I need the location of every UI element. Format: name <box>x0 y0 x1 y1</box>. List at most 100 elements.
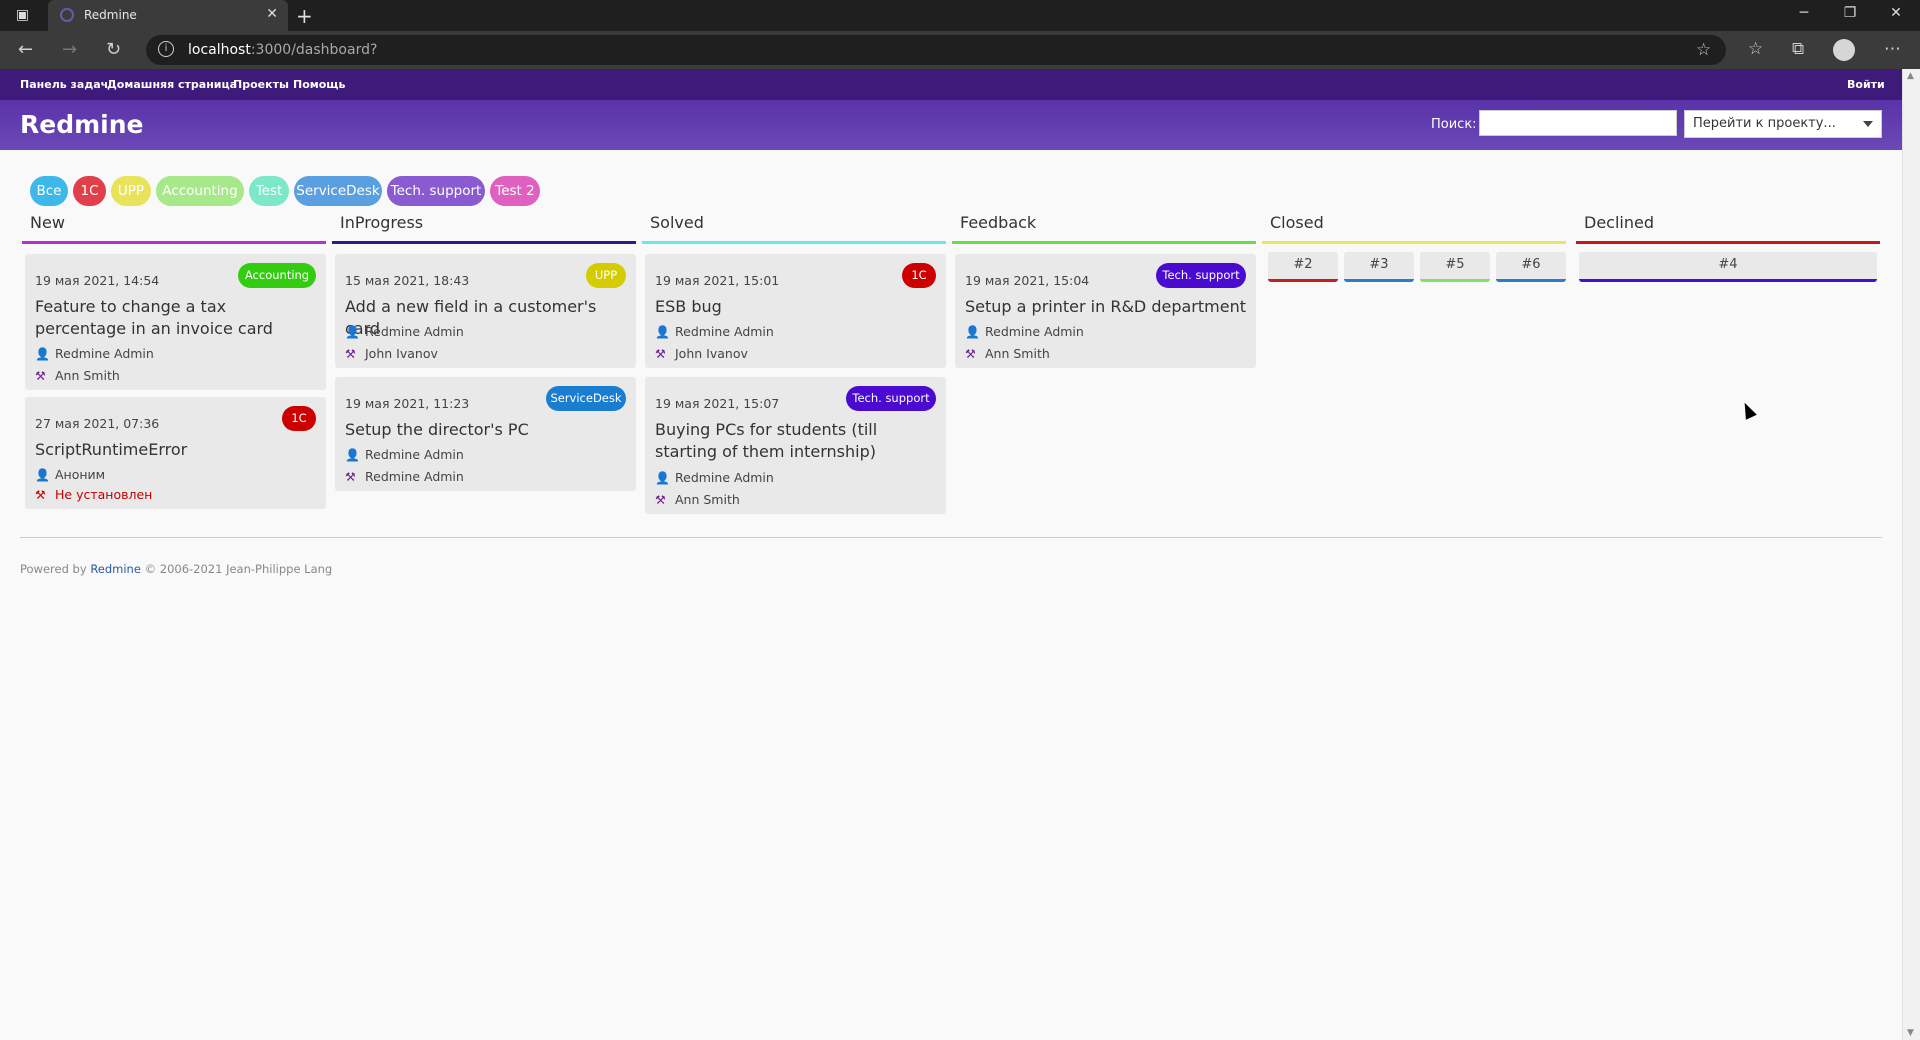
login-link[interactable]: Войти <box>1847 78 1885 91</box>
profile-avatar[interactable] <box>1833 39 1855 61</box>
filter-accounting[interactable]: Accounting <box>156 176 244 206</box>
filter-label: Все <box>36 183 62 199</box>
issue-card[interactable]: 19 мая 2021, 15:04 Tech. support Setup a… <box>955 254 1256 368</box>
menu-projects[interactable]: Проекты <box>233 78 289 91</box>
new-tab-icon[interactable]: + <box>296 4 313 28</box>
close-tab-icon[interactable]: ✕ <box>266 6 278 22</box>
closed-issue[interactable]: #3 <box>1344 252 1414 282</box>
back-icon[interactable]: ← <box>18 39 33 60</box>
user-icon: 👤 <box>345 325 360 339</box>
collections-icon[interactable]: ⧉ <box>1792 39 1804 59</box>
filter-servicedesk[interactable]: ServiceDesk <box>294 176 382 206</box>
assignee-name: Ann Smith <box>55 368 120 383</box>
tab-actions-icon[interactable]: ▣ <box>14 7 31 24</box>
issue-card[interactable]: 27 мая 2021, 07:36 1C ScriptRuntimeError… <box>25 397 326 509</box>
url-text: localhost:3000/dashboard? <box>188 42 378 58</box>
issue-author: 👤 Аноним <box>35 467 105 482</box>
issue-title[interactable]: ScriptRuntimeError <box>35 439 320 461</box>
favorites-icon[interactable]: ☆ <box>1748 39 1763 59</box>
menu-help[interactable]: Помощь <box>293 78 345 91</box>
issue-card[interactable]: 19 мая 2021, 15:07 Tech. support Buying … <box>645 377 946 514</box>
issue-assignee: ⚒ Redmine Admin <box>345 469 464 484</box>
user-icon: 👤 <box>965 325 980 339</box>
issue-card[interactable]: 19 мая 2021, 11:23 ServiceDesk Setup the… <box>335 377 636 491</box>
project-badge[interactable]: ServiceDesk <box>546 386 626 411</box>
close-window-icon[interactable]: ✕ <box>1876 5 1916 21</box>
add-favorite-icon[interactable]: ☆ <box>1696 40 1711 60</box>
footer-prefix: Powered by <box>20 562 87 576</box>
issue-assignee: ⚒ Не установлен <box>35 487 152 502</box>
issue-card[interactable]: 19 мая 2021, 15:01 1C ESB bug 👤 Redmine A… <box>645 254 946 368</box>
author-name: Redmine Admin <box>675 470 774 485</box>
project-badge[interactable]: UPP <box>586 263 626 288</box>
filter-test-2[interactable]: Test 2 <box>490 176 540 206</box>
footer-redmine-link[interactable]: Redmine <box>90 562 141 576</box>
project-badge[interactable]: Tech. support <box>846 386 936 411</box>
assignee-name: Не установлен <box>55 487 153 502</box>
address-bar[interactable]: i localhost:3000/dashboard? ☆ <box>146 35 1726 65</box>
restore-icon[interactable]: ❐ <box>1830 5 1870 21</box>
column-header: Feedback <box>952 210 1256 244</box>
closed-issue[interactable]: #6 <box>1496 252 1566 282</box>
reload-icon[interactable]: ↻ <box>106 39 121 60</box>
page-scrollbar[interactable]: ▲ ▼ <box>1902 69 1920 1040</box>
scroll-up-icon[interactable]: ▲ <box>1907 71 1914 81</box>
issue-date: 19 мая 2021, 15:07 <box>655 396 780 411</box>
issue-card[interactable]: 15 мая 2021, 18:43 UPP Add a new field i… <box>335 254 636 368</box>
footer-copyright: © 2006-2021 Jean-Philippe Lang <box>144 562 333 576</box>
column-inprogress: InProgress 15 мая 2021, 18:43 UPP Add a … <box>332 210 636 491</box>
menu-dashboard[interactable]: Панель задач <box>20 78 108 91</box>
browser-tab[interactable]: Redmine ✕ <box>48 0 288 31</box>
project-badge[interactable]: 1C <box>902 263 936 288</box>
hammer-icon: ⚒ <box>345 347 356 361</box>
assignee-name: Ann Smith <box>675 492 740 507</box>
filter-label: Test <box>255 183 283 199</box>
search-label: Поиск: <box>1431 117 1477 132</box>
filter-all[interactable]: Все <box>30 176 68 206</box>
site-header: Redmine Поиск: Перейти к проекту... <box>0 100 1902 150</box>
issue-author: 👤 Redmine Admin <box>655 470 774 485</box>
column-header: Closed <box>1262 210 1566 244</box>
project-badge[interactable]: Tech. support <box>1156 263 1246 288</box>
issue-title[interactable]: Feature to change a tax percentage in an… <box>35 296 320 340</box>
column-header: Solved <box>642 210 946 244</box>
filter-upp[interactable]: UPP <box>111 176 151 206</box>
assignee-name: John Ivanov <box>675 346 748 361</box>
menu-home[interactable]: Домашняя страница <box>107 78 237 91</box>
author-name: Redmine Admin <box>985 324 1084 339</box>
issue-title[interactable]: Setup a printer in R&D department <box>965 296 1250 318</box>
project-jump-select[interactable]: Перейти к проекту... <box>1684 110 1882 138</box>
project-badge[interactable]: Accounting <box>238 263 316 288</box>
scroll-down-icon[interactable]: ▼ <box>1907 1028 1914 1038</box>
closed-issue[interactable]: #2 <box>1268 252 1338 282</box>
closed-issue[interactable]: #5 <box>1420 252 1490 282</box>
more-menu-icon[interactable]: ⋯ <box>1884 39 1901 59</box>
minimize-icon[interactable]: ─ <box>1784 5 1824 21</box>
issue-assignee: ⚒ John Ivanov <box>345 346 438 361</box>
search-input[interactable] <box>1479 110 1677 136</box>
footer: Powered by Redmine © 2006-2021 Jean-Phil… <box>20 562 332 576</box>
issue-assignee: ⚒ Ann Smith <box>35 368 120 383</box>
filter-tech-support[interactable]: Tech. support <box>387 176 485 206</box>
site-info-icon[interactable]: i <box>158 41 174 57</box>
issue-author: 👤 Redmine Admin <box>965 324 1084 339</box>
filter-label: ServiceDesk <box>296 183 380 199</box>
issue-card[interactable]: 19 мая 2021, 14:54 Accounting Feature to… <box>25 254 326 390</box>
issue-title[interactable]: ESB bug <box>655 296 940 318</box>
browser-toolbar: ← → ↻ i localhost:3000/dashboard? ☆ ☆ ⧉ … <box>0 31 1920 69</box>
column-solved: Solved 19 мая 2021, 15:01 1C ESB bug 👤 Re… <box>642 210 946 514</box>
declined-issue[interactable]: #4 <box>1579 252 1877 282</box>
project-badge[interactable]: 1C <box>282 406 316 431</box>
issue-assignee: ⚒ Ann Smith <box>655 492 740 507</box>
user-icon: 👤 <box>655 471 670 485</box>
filter-1c[interactable]: 1C <box>73 176 106 206</box>
author-name: Redmine Admin <box>675 324 774 339</box>
forward-icon[interactable]: → <box>62 39 77 60</box>
filter-test[interactable]: Test <box>249 176 289 206</box>
issue-title[interactable]: Buying PCs for students (till starting o… <box>655 419 940 463</box>
issue-author: 👤 Redmine Admin <box>345 447 464 462</box>
issue-date: 19 мая 2021, 15:01 <box>655 273 780 288</box>
issue-author: 👤 Redmine Admin <box>655 324 774 339</box>
issue-title[interactable]: Setup the director's PC <box>345 419 630 441</box>
site-title[interactable]: Redmine <box>20 110 143 139</box>
